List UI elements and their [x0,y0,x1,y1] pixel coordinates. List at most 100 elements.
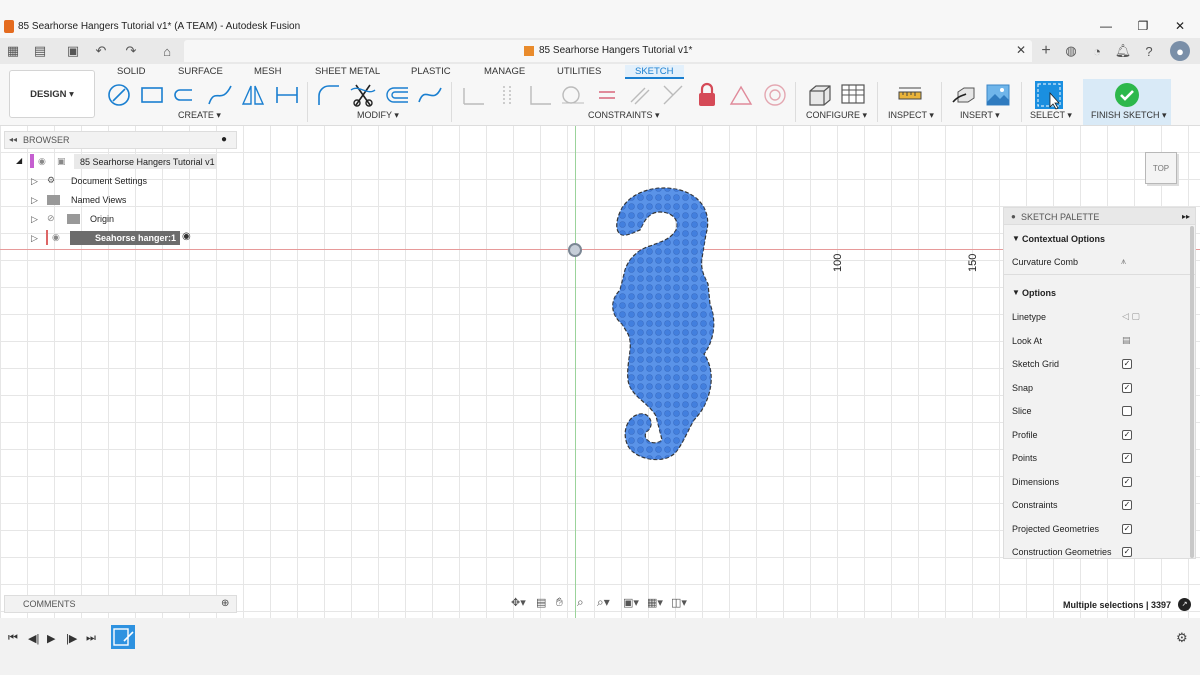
options-header[interactable]: Options [1022,288,1056,298]
play-icon[interactable]: ▶ [47,632,55,645]
tab-mesh[interactable]: MESH [254,66,281,77]
measure-ruler-icon[interactable] [897,82,923,108]
contextual-options-header[interactable]: Contextual Options [1022,234,1105,244]
workspace-switcher[interactable]: DESIGN ▾ [9,70,95,118]
viewports-icon[interactable]: ◫▾ [671,596,687,609]
dimension-tool-icon[interactable] [274,82,300,108]
fillet-tool-icon[interactable] [316,82,342,108]
browser-root-label[interactable]: 85 Searhorse Hangers Tutorial v1 [80,157,215,167]
close-document-tab-button[interactable]: ✕ [1016,43,1026,57]
spline-tool-icon[interactable] [207,82,233,108]
checkbox-projected-geometries[interactable]: ✓ [1122,523,1132,534]
activate-radio-icon[interactable]: ◉ [182,231,191,242]
file-menu-icon[interactable]: ▤ [30,41,50,61]
offset-tool-icon[interactable] [384,82,410,108]
checkbox-construction-geometries[interactable]: ✓ [1122,547,1132,557]
redo-icon[interactable]: ↷ [121,41,141,61]
tab-sheet-metal[interactable]: SHEET METAL [315,66,380,77]
configuration-table-icon[interactable] [840,82,866,108]
tab-plastic[interactable]: PLASTIC [411,66,451,77]
slot-tool-icon[interactable] [172,82,198,108]
trim-tool-icon[interactable] [350,82,376,108]
checkbox-profile[interactable]: ✓ [1122,429,1132,440]
inspect-menu[interactable]: INSPECT ▾ [888,110,934,121]
mirror-tool-icon[interactable] [240,82,266,108]
tab-manage[interactable]: MANAGE [484,66,525,77]
zoom-window-icon[interactable]: ⌕▾ [597,595,610,610]
modify-menu[interactable]: MODIFY ▾ [357,110,399,121]
perpendicular-x-icon[interactable] [660,82,686,108]
linetype-icon[interactable]: ◁ ▢ [1122,311,1140,322]
seahorse-sketch-profile[interactable] [600,184,730,464]
expand-root-icon[interactable]: ◢ [16,156,22,165]
minimize-button[interactable]: — [1096,19,1116,33]
equal-constraint-icon[interactable] [594,82,620,108]
insert-menu[interactable]: INSERT ▾ [960,110,1000,121]
new-tab-icon[interactable]: + [1036,41,1056,61]
browser-item-origin[interactable]: Origin [90,214,114,224]
configure-menu[interactable]: CONFIGURE ▾ [806,110,867,121]
checkbox-sketch-grid[interactable]: ✓ [1122,359,1132,369]
checkbox-dimensions[interactable]: ✓ [1122,476,1132,487]
collinear-constraint-icon[interactable] [494,82,520,108]
browser-panel-header[interactable]: ◂◂ BROWSER ● [4,131,237,149]
finish-sketch-button[interactable]: FINISH SKETCH ▾ [1091,110,1167,121]
expand-named-views-icon[interactable]: ▷ [31,195,38,206]
browser-item-document-settings[interactable]: Document Settings [71,176,147,186]
go-to-start-icon[interactable]: ⏮ [8,632,18,645]
job-status-icon[interactable]: ◔ [1087,41,1107,61]
origin-point-icon[interactable] [568,243,582,257]
go-to-end-icon[interactable]: ⏭ [86,632,96,645]
undo-icon[interactable]: ↶ [91,41,111,61]
expand-document-settings-icon[interactable]: ▷ [31,176,38,187]
modify-spline-icon[interactable] [417,82,443,108]
collapse-browser-icon[interactable]: ◂◂ [9,135,17,144]
tab-solid[interactable]: SOLID [117,66,146,77]
viewcube[interactable]: TOP [1145,152,1177,184]
maximize-button[interactable]: ❐ [1133,19,1153,33]
perpendicular-constraint-icon[interactable] [527,82,553,108]
curvature-comb-icon[interactable]: ⩚ [1121,256,1126,267]
tangent-constraint-icon[interactable] [560,82,586,108]
look-at-icon[interactable]: ▤ [536,596,546,609]
expand-origin-icon[interactable]: ▷ [31,214,38,225]
line-tool-icon[interactable] [106,82,132,108]
selection-filter-icon[interactable]: ↗ [1178,598,1191,611]
document-tab[interactable]: 85 Searhorse Hangers Tutorial v1* ✕ [184,40,1032,62]
apps-grid-icon[interactable]: ▦ [3,41,23,61]
symmetry-constraint-icon[interactable] [728,82,754,108]
browser-item-named-views[interactable]: Named Views [71,195,126,205]
collapse-palette-icon[interactable]: ▸▸ [1182,212,1190,221]
notifications-icon[interactable]: 🔔︎ [1113,41,1133,61]
tab-utilities[interactable]: UTILITIES [557,66,601,77]
parallel-constraint-icon[interactable] [627,82,653,108]
hidden-eye-icon[interactable]: ⊘ [47,213,55,224]
tab-surface[interactable]: SURFACE [178,66,223,77]
user-avatar[interactable]: ● [1170,41,1190,61]
timeline-sketch-feature-icon[interactable] [110,624,136,650]
collapse-options-icon[interactable]: ▼ [1012,288,1020,297]
save-icon[interactable]: ▣ [63,41,83,61]
timeline-settings-gear-icon[interactable]: ⚙ [1176,630,1188,646]
visibility-eye-icon[interactable]: ◉ [52,232,60,243]
tab-sketch[interactable]: SKETCH [625,65,684,79]
checkbox-slice[interactable] [1122,406,1132,416]
fix-lock-icon[interactable] [694,82,720,108]
browser-pin-icon[interactable]: ● [221,134,227,145]
checkbox-points[interactable]: ✓ [1122,453,1132,463]
zoom-icon[interactable]: ⌕ [577,595,584,610]
extensions-icon[interactable]: ◍ [1061,41,1081,61]
insert-canvas-image-icon[interactable] [985,82,1011,108]
pan-icon[interactable]: ✋︎ [556,595,563,610]
select-tool-icon[interactable] [1034,80,1064,110]
concentric-constraint-icon[interactable] [762,82,788,108]
checkbox-constraints[interactable]: ✓ [1122,500,1132,510]
close-window-button[interactable]: ✕ [1170,19,1190,33]
step-back-icon[interactable]: ◀| [28,632,39,645]
home-icon[interactable]: ⌂ [157,41,177,61]
visibility-eye-icon[interactable]: ◉ [38,156,46,167]
rectangle-tool-icon[interactable] [139,82,165,108]
palette-scrollbar[interactable] [1190,226,1194,558]
parameters-icon[interactable] [807,82,833,108]
select-menu[interactable]: SELECT ▾ [1030,110,1072,121]
